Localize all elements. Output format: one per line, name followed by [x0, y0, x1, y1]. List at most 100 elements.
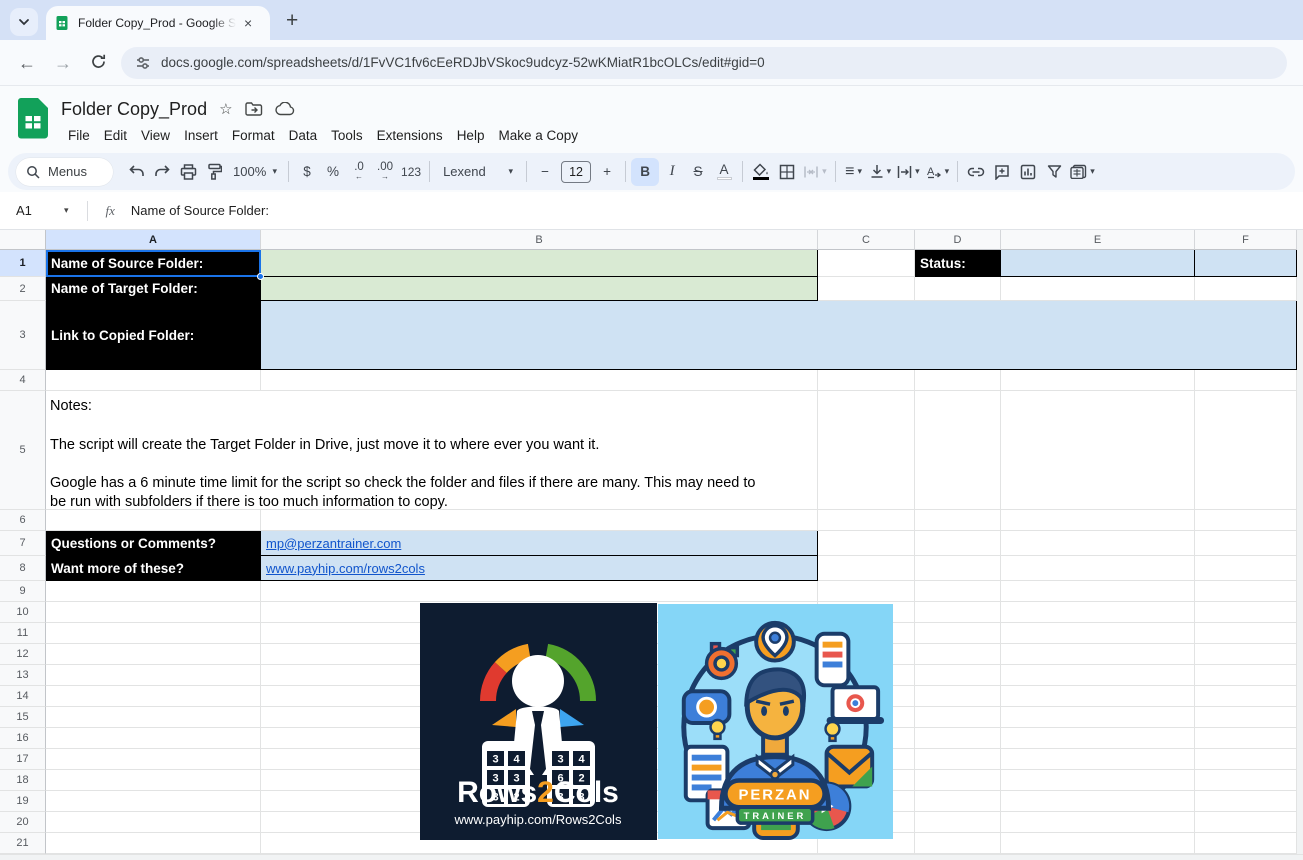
cell-A13[interactable] — [46, 665, 261, 686]
cell-D8[interactable] — [915, 556, 1001, 581]
row-header-7[interactable]: 7 — [0, 531, 46, 556]
decrease-font-size-button[interactable]: − — [532, 158, 558, 186]
cell-C5[interactable] — [818, 391, 915, 510]
cell-F6[interactable] — [1195, 510, 1297, 531]
cell-D12[interactable] — [915, 644, 1001, 665]
document-title[interactable]: Folder Copy_Prod — [61, 99, 207, 120]
bold-button[interactable]: B — [631, 157, 660, 186]
row-header-19[interactable]: 19 — [0, 791, 46, 812]
cell-A20[interactable] — [46, 812, 261, 833]
cell-F17[interactable] — [1195, 749, 1297, 770]
create-filter-button[interactable] — [1041, 158, 1067, 186]
cell-E16[interactable] — [1001, 728, 1195, 749]
cell-F16[interactable] — [1195, 728, 1297, 749]
borders-button[interactable] — [774, 158, 800, 186]
cell-F10[interactable] — [1195, 602, 1297, 623]
cell-F12[interactable] — [1195, 644, 1297, 665]
cell-E18[interactable] — [1001, 770, 1195, 791]
row-header-21[interactable]: 21 — [0, 833, 46, 854]
cell-C4[interactable] — [818, 370, 915, 391]
payhip-link[interactable]: www.payhip.com/rows2cols — [261, 556, 817, 580]
cell-E11[interactable] — [1001, 623, 1195, 644]
menu-data[interactable]: Data — [282, 125, 325, 146]
cell-D9[interactable] — [915, 581, 1001, 602]
cell-D11[interactable] — [915, 623, 1001, 644]
print-button[interactable] — [175, 158, 201, 186]
cell-B4[interactable] — [261, 370, 818, 391]
cell-A9[interactable] — [46, 581, 261, 602]
cell-F21[interactable] — [1195, 833, 1297, 854]
cell-B3-merged[interactable] — [261, 301, 1297, 370]
cell-F20[interactable] — [1195, 812, 1297, 833]
cell-A17[interactable] — [46, 749, 261, 770]
menu-help[interactable]: Help — [450, 125, 492, 146]
cell-F14[interactable] — [1195, 686, 1297, 707]
cell-C7[interactable] — [818, 531, 915, 556]
cell-F4[interactable] — [1195, 370, 1297, 391]
cell-A16[interactable] — [46, 728, 261, 749]
cell-D15[interactable] — [915, 707, 1001, 728]
cell-D19[interactable] — [915, 791, 1001, 812]
cell-E2[interactable] — [1001, 277, 1195, 301]
menu-make-a-copy[interactable]: Make a Copy — [491, 125, 585, 146]
cell-E20[interactable] — [1001, 812, 1195, 833]
cell-A6[interactable] — [46, 510, 261, 531]
zoom-select[interactable]: 100% ▾ — [227, 158, 283, 186]
cell-E15[interactable] — [1001, 707, 1195, 728]
row-header-5[interactable]: 5 — [0, 391, 46, 510]
rows2cols-logo-image[interactable]: 3 4 3 3 3 2 3 4 6 2 3 3 Rows2Cols www.pa… — [419, 603, 658, 840]
cell-A3[interactable]: Link to Copied Folder: — [46, 301, 261, 370]
column-header-A[interactable]: A — [46, 230, 261, 250]
menu-insert[interactable]: Insert — [177, 125, 225, 146]
row-header-13[interactable]: 13 — [0, 665, 46, 686]
cell-E5[interactable] — [1001, 391, 1195, 510]
cell-D16[interactable] — [915, 728, 1001, 749]
cell-C6[interactable] — [818, 510, 915, 531]
decrease-decimal-button[interactable]: .0 ← — [346, 158, 372, 186]
column-header-E[interactable]: E — [1001, 230, 1195, 250]
paint-format-button[interactable] — [201, 158, 227, 186]
email-link[interactable]: mp@perzantrainer.com — [261, 531, 817, 555]
cell-E6[interactable] — [1001, 510, 1195, 531]
cell-F13[interactable] — [1195, 665, 1297, 686]
column-header-B[interactable]: B — [261, 230, 818, 250]
menus-search-button[interactable]: Menus — [16, 157, 114, 186]
cell-D17[interactable] — [915, 749, 1001, 770]
cell-D21[interactable] — [915, 833, 1001, 854]
text-color-button[interactable]: A — [711, 158, 737, 186]
row-header-12[interactable]: 12 — [0, 644, 46, 665]
formula-bar-value[interactable]: Name of Source Folder: — [131, 203, 269, 218]
cell-E12[interactable] — [1001, 644, 1195, 665]
browser-tab[interactable]: Folder Copy_Prod - Google She × — [46, 6, 270, 40]
fill-color-button[interactable] — [748, 158, 774, 186]
cell-D2[interactable] — [915, 277, 1001, 301]
cell-A19[interactable] — [46, 791, 261, 812]
cell-A4[interactable] — [46, 370, 261, 391]
cell-F18[interactable] — [1195, 770, 1297, 791]
row-header-15[interactable]: 15 — [0, 707, 46, 728]
functions-button[interactable]: ▾ — [1067, 158, 1098, 186]
insert-comment-button[interactable] — [989, 158, 1015, 186]
row-header-6[interactable]: 6 — [0, 510, 46, 531]
row-header-8[interactable]: 8 — [0, 556, 46, 581]
cell-E8[interactable] — [1001, 556, 1195, 581]
cell-D4[interactable] — [915, 370, 1001, 391]
name-box-caret-icon[interactable]: ▾ — [64, 205, 69, 216]
cell-E4[interactable] — [1001, 370, 1195, 391]
cell-F8[interactable] — [1195, 556, 1297, 581]
cell-A21[interactable] — [46, 833, 261, 854]
text-rotation-button[interactable]: A ▾ — [923, 158, 953, 186]
new-tab-button[interactable]: + — [286, 10, 298, 31]
row-header-4[interactable]: 4 — [0, 370, 46, 391]
percent-format-button[interactable]: % — [320, 158, 346, 186]
cell-E10[interactable] — [1001, 602, 1195, 623]
menu-format[interactable]: Format — [225, 125, 282, 146]
column-header-D[interactable]: D — [915, 230, 1001, 250]
cell-D1[interactable]: Status: — [915, 250, 1001, 277]
number-format-button[interactable]: 123 — [398, 158, 424, 186]
text-wrap-button[interactable]: ▾ — [894, 158, 923, 186]
cell-B8[interactable]: www.payhip.com/rows2cols — [261, 556, 818, 581]
cell-D18[interactable] — [915, 770, 1001, 791]
cell-D6[interactable] — [915, 510, 1001, 531]
address-bar[interactable]: docs.google.com/spreadsheets/d/1FvVC1fv6… — [121, 46, 1287, 79]
